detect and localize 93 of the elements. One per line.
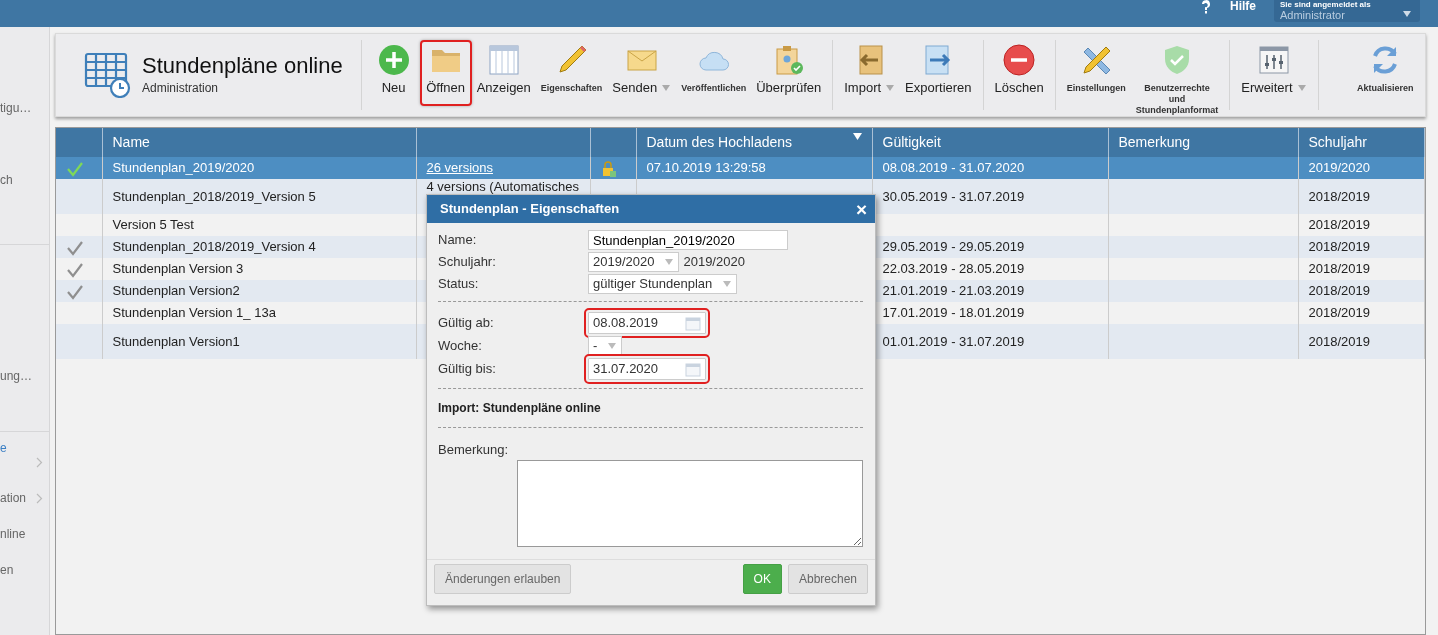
header-cell[interactable]: Schuljahr xyxy=(1298,128,1424,157)
toolbar-button[interactable]: Neu xyxy=(367,40,420,106)
toolbar-button[interactable]: Benutzerrechte und Stundenplanformat xyxy=(1130,40,1224,121)
caret-icon xyxy=(722,280,733,288)
table-cell: 2018/2019 xyxy=(1298,179,1424,214)
button-label: Überprüfen xyxy=(756,80,822,95)
header-cell[interactable] xyxy=(416,128,590,157)
toolbar-button[interactable]: Veröffentlichen xyxy=(676,40,752,106)
caret-icon xyxy=(1402,10,1412,18)
toolbar-button[interactable]: Öffnen xyxy=(419,40,472,106)
sidebar-item[interactable]: tigu… xyxy=(0,99,32,117)
table-row[interactable]: Stundenplan_2019/2020 26 versions 07.10.2019 13:29:58 08.08.2019 - 31.07.2020 2019/2020 xyxy=(56,157,1424,179)
toolbar-button[interactable]: Löschen xyxy=(989,40,1049,106)
text-field[interactable]: Stundenplan_2019/2020 xyxy=(588,230,788,250)
import-note: Import: Stundenpläne online xyxy=(438,397,863,428)
header-cell[interactable] xyxy=(590,128,636,157)
select-field[interactable]: gültiger Stundenplan xyxy=(588,274,738,294)
dialog-button[interactable]: Abbrechen xyxy=(787,563,868,594)
table-cell: 2018/2019 xyxy=(1298,280,1424,302)
toolbar-button[interactable]: Import xyxy=(839,40,901,106)
table-cell: Stundenplan Version2 xyxy=(102,280,416,302)
table-cell: 2018/2019 xyxy=(1298,236,1424,258)
calendar-icon xyxy=(685,361,701,377)
sidebar-item[interactable]: nline xyxy=(0,525,26,543)
button-label: Öffnen xyxy=(426,80,465,95)
dialog-button[interactable]: Änderungen erlauben xyxy=(434,563,572,594)
sliders-icon xyxy=(1257,44,1290,76)
button-label: Neu xyxy=(381,80,406,95)
app-subtitle: Administration xyxy=(142,80,220,97)
column-header[interactable]: Gültigkeit xyxy=(882,132,941,153)
button-label: Exportieren xyxy=(905,80,972,95)
field-label: Status: xyxy=(438,275,480,294)
field-label: Bemerkung: xyxy=(438,441,510,459)
button-label: Löschen xyxy=(994,80,1044,95)
button-label: Veröffentlichen xyxy=(681,83,747,94)
minus-icon xyxy=(1003,44,1036,76)
caret-icon xyxy=(607,342,618,350)
sidebar-item[interactable]: en xyxy=(0,561,14,579)
remark-field[interactable] xyxy=(517,459,863,547)
header-cell[interactable] xyxy=(56,128,102,157)
user-caption: Sie sind angemeldet als xyxy=(1280,0,1372,9)
field-note: 2019/2020 xyxy=(683,253,745,272)
toolbar-button[interactable]: Exportieren xyxy=(900,40,977,106)
table-cell: Stundenplan_2018/2019_Version 4 xyxy=(102,236,416,258)
header-cell[interactable]: Bemerkung xyxy=(1108,128,1298,157)
field-label: Woche: xyxy=(438,337,483,356)
grid-icon xyxy=(487,44,520,76)
plus-icon xyxy=(377,44,410,76)
table-cell: 2018/2019 xyxy=(1298,324,1424,359)
sidebar-item[interactable]: ation xyxy=(0,489,27,507)
button-label: Import xyxy=(844,80,882,95)
toolbar-button[interactable]: Erweitert xyxy=(1236,40,1312,106)
sidebar-item[interactable]: e xyxy=(0,439,7,457)
help-icon xyxy=(1200,0,1212,14)
select-field[interactable]: 2019/2020 xyxy=(588,252,680,272)
header-cell[interactable]: Datum des Hochladens xyxy=(636,128,872,157)
toolbar-button[interactable]: Aktualisieren xyxy=(1351,40,1419,106)
column-header[interactable]: Bemerkung xyxy=(1118,132,1191,153)
button-label: Erweitert xyxy=(1241,80,1293,95)
button-label: Benutzerrechte und Stundenplanformat xyxy=(1135,83,1219,116)
table-cell: Stundenplan_2018/2019_Version 5 xyxy=(102,179,416,214)
toolbar-button[interactable]: Anzeigen xyxy=(471,40,536,106)
dialog-button[interactable]: OK xyxy=(742,563,782,594)
versions-link[interactable]: 26 versions xyxy=(426,160,493,176)
field-label: Gültig bis: xyxy=(438,360,497,379)
sidebar-item[interactable]: ung… xyxy=(0,367,33,385)
toolbar-button[interactable]: Senden xyxy=(607,40,677,106)
timetable-icon xyxy=(84,52,132,98)
column-header[interactable]: Name xyxy=(112,132,150,153)
sidebar-item[interactable]: ch xyxy=(0,171,13,189)
column-header[interactable]: Datum des Hochladens xyxy=(646,132,793,153)
column-header[interactable]: Schuljahr xyxy=(1308,132,1367,153)
user-dropdown[interactable]: Sie sind angemeldet als Administrator xyxy=(1274,0,1420,22)
table-cell: Stundenplan Version1 xyxy=(102,324,416,359)
button-label: Senden xyxy=(612,80,658,95)
field-label: Gültig ab: xyxy=(438,314,495,333)
button-label: Einstellungen xyxy=(1066,83,1126,94)
ruler-pencil-icon xyxy=(1080,44,1113,76)
header-cell[interactable]: Gültigkeit xyxy=(872,128,1108,157)
table-cell: 4 versions (Automatisches xyxy=(426,179,579,194)
header-cell[interactable]: Name xyxy=(102,128,416,157)
app-title: Stundenpläne online xyxy=(142,53,343,79)
button-label: Eigenschaften xyxy=(540,83,603,94)
field-label: Schuljahr: xyxy=(438,253,497,272)
toolbar-button[interactable]: Einstellungen xyxy=(1061,40,1131,106)
user-name: Administrator xyxy=(1280,9,1345,21)
select-field[interactable]: - xyxy=(588,336,623,356)
button-label: Anzeigen xyxy=(476,80,531,95)
help-link[interactable]: Hilfe xyxy=(1230,0,1256,12)
calendar-icon xyxy=(685,315,701,331)
toolbar-button[interactable]: Überprüfen xyxy=(751,40,827,106)
button-label: Aktualisieren xyxy=(1356,83,1414,94)
toolbar-button[interactable]: Eigenschaften xyxy=(535,40,608,106)
